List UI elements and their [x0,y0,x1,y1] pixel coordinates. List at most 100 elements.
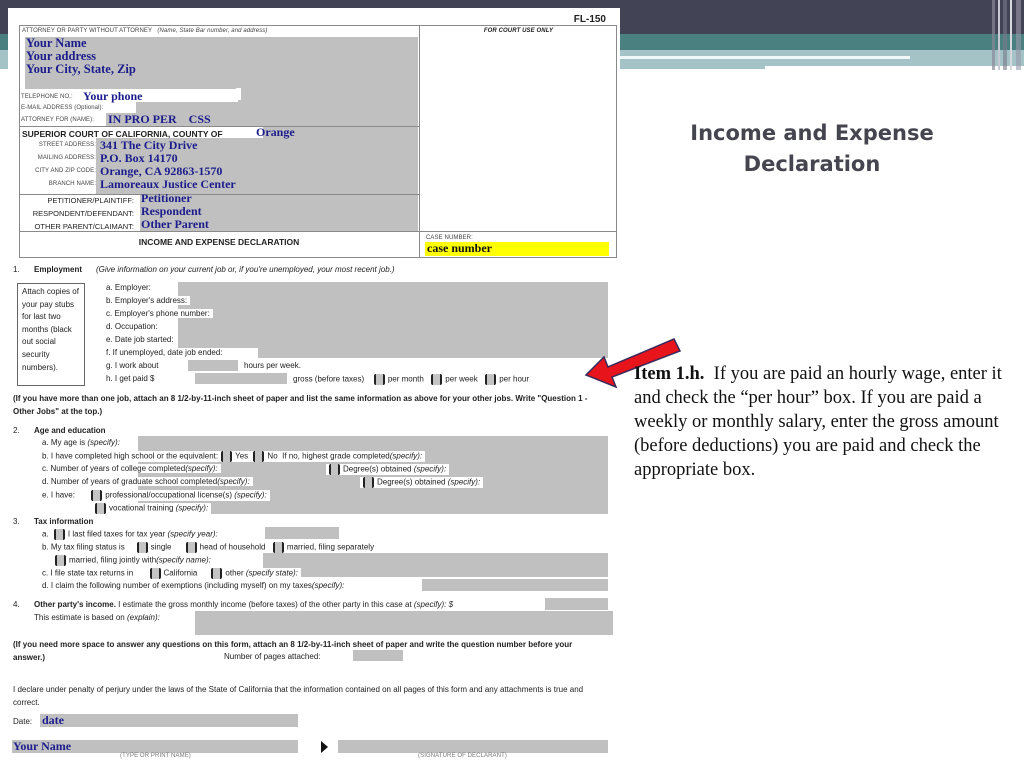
attorney-label: ATTORNEY OR PARTY WITHOUT ATTORNEY (Name… [22,28,268,34]
s3-d-row: d. I claim the following number of exemp… [42,581,345,590]
college-degree-checkbox[interactable] [329,464,340,475]
s3-a-row: a. I last filed taxes for tax year (spec… [42,529,218,540]
s1-e-label: e. Date job started: [106,335,177,344]
s2-d-label: d. Number of years of graduate school co… [42,477,253,486]
s2-number: 2. [13,426,20,435]
s1-g-label: g. I work about [106,361,159,370]
street-label: STREET ADDRESS: [38,142,96,148]
pay-stub-note: Attach copies of your pay stubs for last… [17,283,85,386]
s4-basis: This estimate is based on (explain): [34,613,160,622]
court-use-column: FOR COURT USE ONLY [419,25,617,258]
branch-label: BRANCH NAME: [48,181,96,187]
exemptions-field[interactable] [422,579,608,591]
form-title: INCOME AND EXPENSE DECLARATION [138,237,300,247]
other-parent-label: OTHER PARENT/CLAIMANT: [34,222,134,231]
s1-more-jobs-note: (If you have more than one job, attach a… [13,394,588,416]
license-checkbox[interactable] [91,490,103,501]
s1-b-label: b. Employer's address: [106,296,191,305]
form-code: FL-150 [573,14,606,25]
other-state-checkbox[interactable] [211,568,223,579]
per-month-checkbox[interactable] [373,374,385,385]
type-name-caption: (TYPE OR PRINT NAME) [120,753,191,759]
per-hour-label: per hour [499,374,530,384]
per-week-label: per week [445,374,478,384]
city-label: CITY AND ZIP CODE: [35,168,96,174]
head-of-household-checkbox[interactable] [185,542,197,553]
grad-degree-checkbox[interactable] [363,477,374,488]
married-jointly-checkbox[interactable] [55,555,66,566]
slide-title: Income and Expense Declaration [690,121,934,176]
gross-label: gross (before taxes) [293,374,365,384]
s3-c-row: c. I file state tax returns in Californi… [42,568,301,579]
printed-name-value: Your Name [13,739,72,753]
s1-f-label: f. If unemployed, date job ended: [106,348,226,357]
signature-arrow-icon [321,741,328,753]
s2-e-vocational: vocational training (specify): [92,503,212,514]
s1-h-label: h. I get paid $ [106,374,155,383]
s4-number: 4. [13,600,20,609]
hs-yes-checkbox[interactable] [221,451,233,462]
hs-no-checkbox[interactable] [253,451,265,462]
s3-b-joint: married, filing jointly with(specify nam… [52,555,214,566]
single-checkbox[interactable] [136,542,148,553]
estimate-basis-field[interactable] [195,611,613,635]
email-label: E-MAIL ADDRESS (Optional): [21,105,104,111]
vocational-checkbox[interactable] [95,503,106,514]
court-use-label: FOR COURT USE ONLY [483,28,554,34]
slide-header-vertical-stripes [992,0,1024,70]
s1-g-suffix: hours per week. [244,361,301,370]
pay-period-options: gross (before taxes) per month per week … [293,374,529,385]
branch-value[interactable]: Lamoreaux Justice Center [100,177,236,192]
s1-c-label: c. Employer's phone number: [106,309,213,318]
s1-title: Employment [34,265,83,274]
per-month-label: per month [387,374,424,384]
s3-b-row: b. My tax filing status is single head o… [42,542,375,553]
s2-b-row: b. I have completed high school or the e… [42,451,426,462]
slide-header-cut [765,66,1024,70]
date-label: Date: [13,717,33,726]
respondent-label: RESPONDENT/DEFENDANT: [32,209,134,218]
slide-header-stripe [610,56,910,59]
pages-attached-label: Number of pages attached: [224,652,321,661]
attorney-name-address: Your Name Your address Your City, State,… [26,37,136,76]
mailing-label: MAILING ADDRESS: [37,155,96,161]
s1-d-label: d. Occupation: [106,322,161,331]
signature-field[interactable] [338,740,608,753]
s4-row: Other party's income. I estimate the gro… [34,600,454,609]
s1-a-label: a. Employer: [106,283,154,292]
s2-d-degree: Degree(s) obtained (specify): [360,477,484,488]
body-lead: Item 1.h. [634,364,705,384]
other-parent-value[interactable]: Other Parent [141,217,209,232]
s2-title: Age and education [34,426,106,435]
per-hour-checkbox[interactable] [485,374,497,385]
pages-attached-field[interactable] [353,650,403,661]
telephone-label: TELEPHONE NO.: [21,94,73,100]
married-separately-checkbox[interactable] [272,542,284,553]
s2-c-label: c. Number of years of college completed(… [42,464,221,473]
other-party-income-field[interactable] [545,598,608,610]
joint-filer-field[interactable] [263,553,608,577]
s3-title: Tax information [34,517,94,526]
s1-hint: (Give information on your current job or… [96,265,395,274]
fl150-form: FL-150 FOR COURT USE ONLY ATTORNEY OR PA… [8,8,620,768]
employment-fill [178,282,608,348]
case-number-value[interactable]: case number [427,241,492,256]
s3-number: 3. [13,517,20,526]
attorney-for-value: IN PRO PER CSS [108,112,211,126]
signature-caption: (SIGNATURE OF DECLARANT) [418,753,507,759]
gross-pay-field[interactable] [195,373,287,384]
date-value: date [42,713,64,727]
telephone-value[interactable]: Your phone [83,89,142,104]
tax-year-field[interactable] [265,527,339,539]
date-field[interactable] [40,714,298,727]
s2-e-row: e. I have: professional/occupational lic… [42,490,270,501]
s2-a-label: a. My age is (specify): [42,438,123,447]
hours-per-week-field[interactable] [188,360,238,371]
declaration-text: I declare under penalty of perjury under… [13,685,584,707]
attorney-for-label: ATTORNEY FOR (Name): [21,117,95,123]
slide-body: Item 1.h. If you are paid an hourly wage… [634,362,1004,482]
county-value[interactable]: Orange [256,125,295,140]
last-filed-checkbox[interactable] [53,529,65,540]
per-week-checkbox[interactable] [431,374,443,385]
california-checkbox[interactable] [149,568,161,579]
